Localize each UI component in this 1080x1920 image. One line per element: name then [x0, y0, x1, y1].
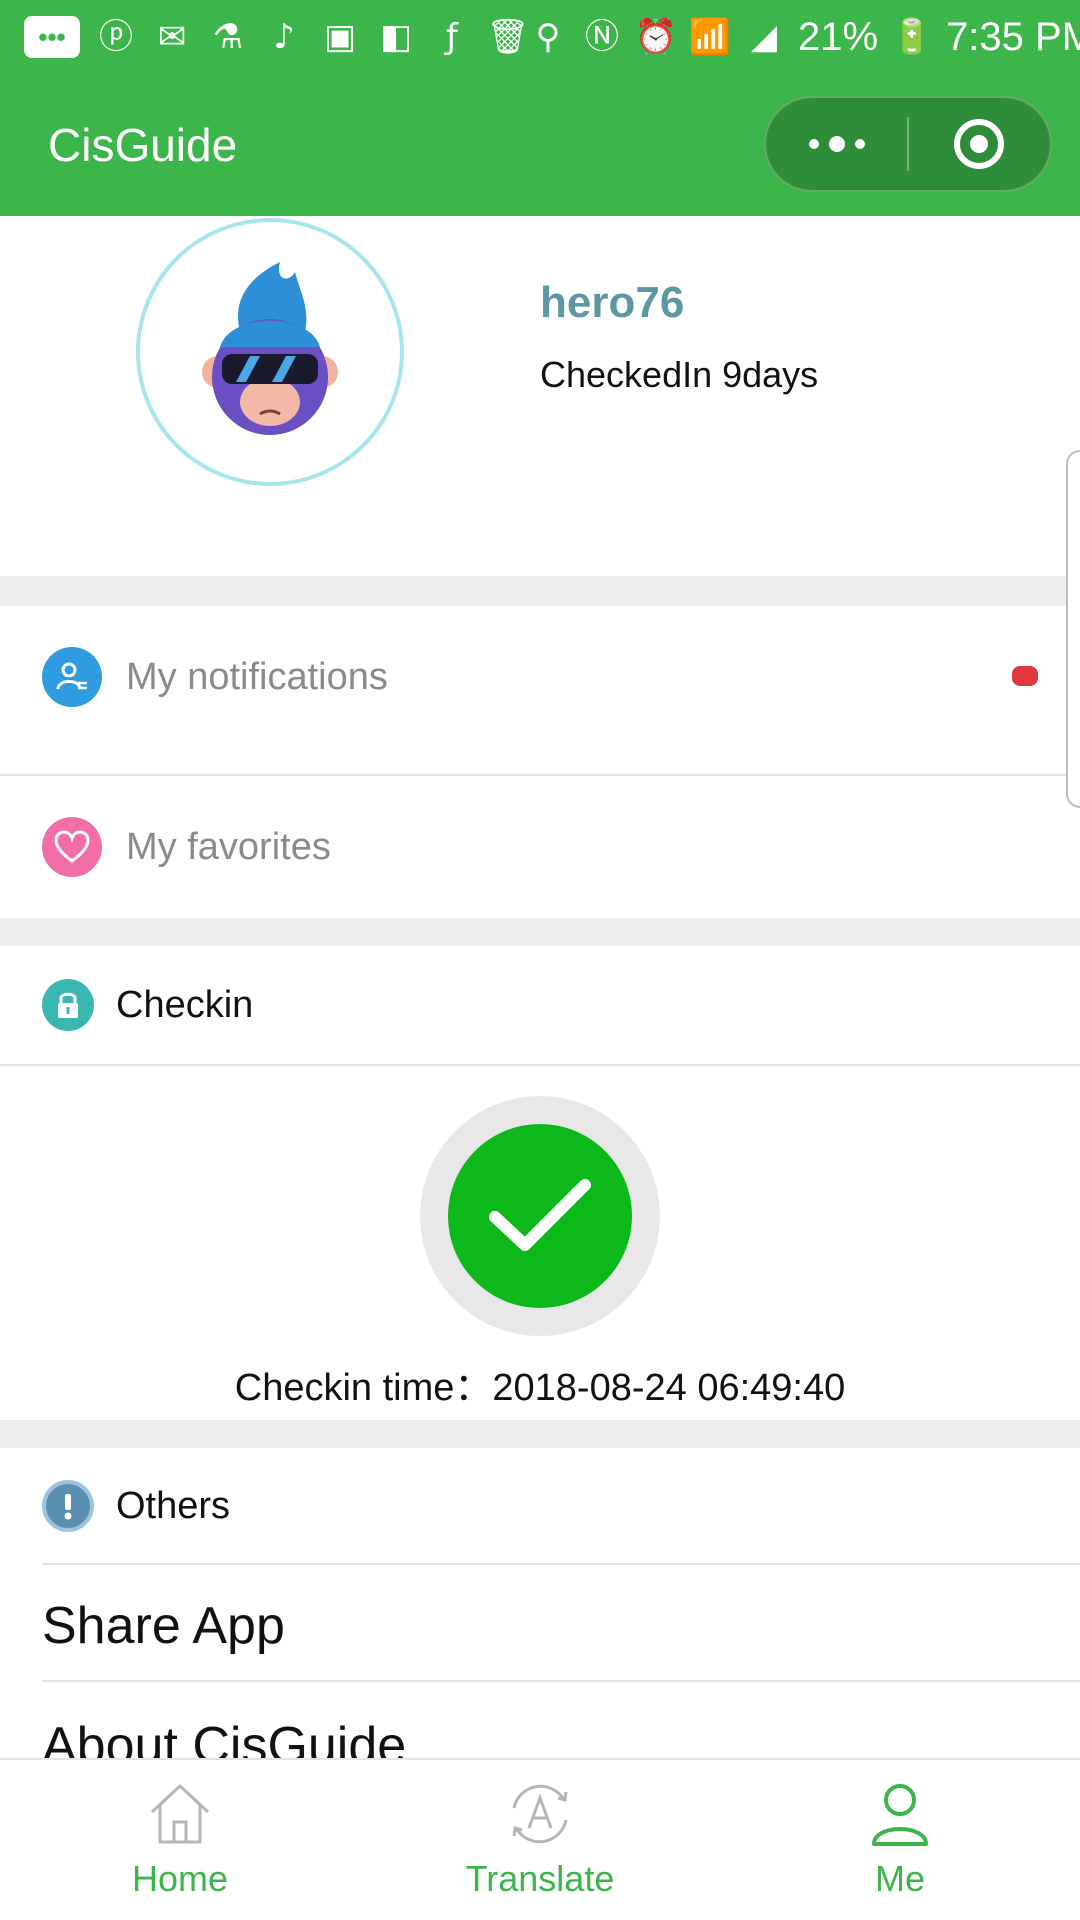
row-divider	[42, 1680, 1080, 1682]
app-title: CisGuide	[48, 119, 238, 171]
side-drawer-handle[interactable]	[1066, 450, 1080, 808]
checkin-panel: Checkin time：2018-08-24 06:49:40	[0, 1068, 1080, 1420]
trash-icon: 🗑	[486, 17, 530, 57]
checkin-done-indicator	[448, 1124, 632, 1308]
tab-translate[interactable]: Translate	[360, 1760, 720, 1920]
checkin-days: CheckedIn 9days	[540, 354, 819, 395]
battery-percent: 21%	[798, 14, 879, 59]
location-icon: ⚲	[535, 17, 561, 57]
target-circle-icon	[954, 119, 1005, 169]
my-favorites-label: My favorites	[126, 825, 331, 868]
translate-icon	[512, 1784, 568, 1844]
checkin-time: Checkin time：2018-08-24 06:49:40	[234, 1367, 846, 1409]
system-indicators: ⚲ Ⓝ ⏰ 📶 ◢ 21% 🔋 7:35 PM	[528, 15, 1080, 60]
cell-signal-icon: ◢	[750, 17, 778, 57]
checkin-button[interactable]	[420, 1096, 660, 1336]
section-gap	[0, 1420, 1080, 1448]
row-divider	[0, 1064, 1080, 1066]
image-icon: ▣	[323, 17, 357, 57]
unread-badge	[1012, 666, 1038, 686]
my-favorites-row[interactable]: My favorites	[0, 776, 1080, 918]
share-app-link[interactable]: Share App	[42, 1596, 285, 1656]
monkey-sunglasses-avatar	[202, 262, 338, 435]
section-gap	[0, 576, 1080, 606]
clock: 7:35 PM	[946, 14, 1080, 59]
pinterest-icon: ⓟ	[99, 17, 133, 57]
tab-home-label: Home	[131, 1858, 229, 1899]
heart-icon	[42, 817, 102, 877]
wifi-icon: 📶	[688, 17, 732, 57]
checkin-title: Checkin	[116, 983, 254, 1026]
checkin-section-header: Checkin	[0, 946, 1080, 1064]
section-gap	[0, 918, 1080, 946]
info-icon	[42, 1480, 94, 1532]
mini-program-capsule	[764, 96, 1052, 192]
status-bar: ••• ⓟ ✉ ⚗ ♪ ▣ ◧ ƒ 🗑 ⚲ Ⓝ ⏰ 📶 ◢ 21% 🔋 7:35…	[0, 0, 1080, 74]
my-notifications-row[interactable]: My notifications	[0, 606, 1080, 748]
row-divider	[42, 1563, 1080, 1565]
battery-charging-icon: 🔋	[890, 17, 934, 57]
user-list-icon	[42, 647, 102, 707]
chat-bubble-icon: •••	[24, 16, 80, 58]
others-title: Others	[116, 1484, 231, 1527]
gmail-icon: ✉	[157, 17, 187, 57]
username: hero76	[540, 278, 685, 327]
avatar[interactable]	[136, 218, 404, 486]
alarm-icon: ⏰	[634, 17, 678, 57]
tab-translate-label: Translate	[465, 1858, 615, 1899]
screen: ••• ⓟ ✉ ⚗ ♪ ▣ ◧ ƒ 🗑 ⚲ Ⓝ ⏰ 📶 ◢ 21% 🔋 7:35…	[0, 0, 1080, 1920]
checkmark-icon	[489, 1179, 591, 1251]
facebook-icon: ƒ	[446, 17, 458, 57]
notification-icons: ••• ⓟ ✉ ⚗ ♪ ▣ ◧ ƒ 🗑	[24, 16, 530, 58]
flipboard-icon: ◧	[379, 17, 413, 57]
tab-home[interactable]: Home	[0, 1760, 360, 1920]
my-notifications-label: My notifications	[126, 655, 388, 698]
tiktok-icon: ♪	[273, 17, 295, 57]
profile-header: hero76 CheckedIn 9days	[0, 216, 1080, 576]
lab-flask-icon: ⚗	[212, 17, 244, 57]
bottom-tab-bar: Home Translate Me	[0, 1758, 1080, 1920]
close-mini-program-button[interactable]	[909, 96, 1050, 192]
person-icon	[872, 1784, 928, 1846]
app-bar: CisGuide	[0, 74, 1080, 216]
others-section-header: Others	[0, 1448, 1080, 1564]
nfc-icon: Ⓝ	[585, 17, 619, 57]
tab-me[interactable]: Me	[720, 1760, 1080, 1920]
more-dots-icon	[808, 136, 865, 152]
tab-me-label: Me	[874, 1858, 925, 1899]
home-icon	[150, 1784, 210, 1844]
lock-icon	[42, 979, 94, 1031]
more-button[interactable]	[766, 96, 907, 192]
